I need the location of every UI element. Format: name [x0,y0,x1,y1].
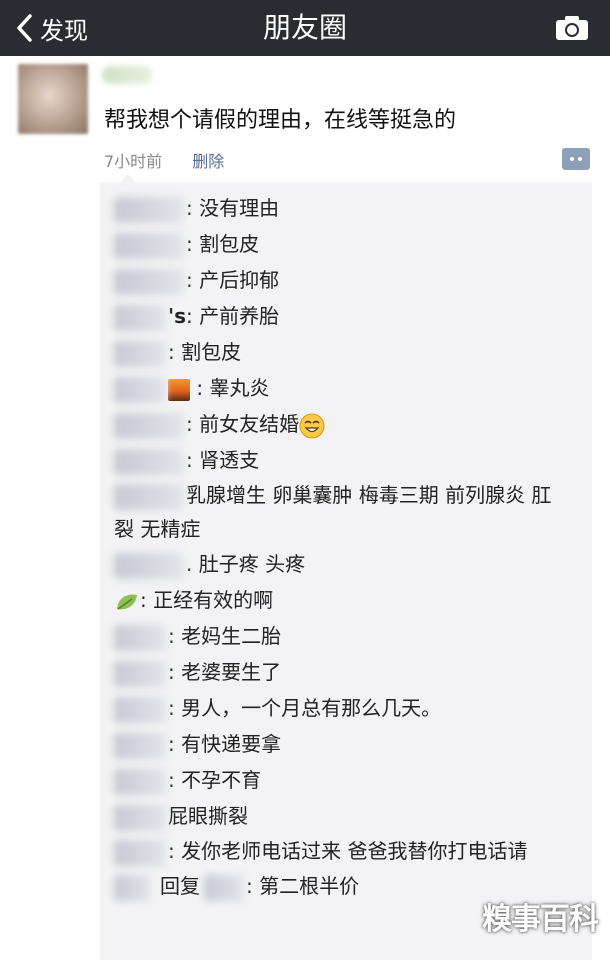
comment-item[interactable]: : 割包皮 [100,334,592,370]
comment-list: : 没有理由 : 割包皮 : 产后抑郁 's: 产前养胎 : 割包皮 : 睾丸炎… [100,174,592,960]
camera-button[interactable] [550,8,594,48]
commenter-name[interactable] [114,552,184,579]
comment-text: : 老妈生二胎 [168,624,282,648]
commenter-name[interactable] [114,376,166,403]
author-name-blurred[interactable] [102,66,152,84]
commenter-name[interactable] [114,340,166,367]
comment-text: : 睾丸炎 [196,376,270,400]
commenter-name[interactable] [114,232,184,259]
comment-item[interactable]: : 割包皮 [100,226,592,262]
commenter-name[interactable] [114,874,150,901]
comment-text: : 前女友结婚 [186,412,300,436]
comment-item[interactable]: : 正经有效的啊 [100,582,592,618]
avatar[interactable] [18,64,88,134]
commenter-name[interactable] [114,196,184,223]
comment-item[interactable]: : 有快递要拿 [100,726,592,762]
comment-text: : 男人，一个月总有那么几天。 [168,696,442,720]
commenter-name[interactable] [114,483,184,510]
comment-text: : 产后抑郁 [186,268,280,292]
post-text: 帮我想个请假的理由，在线等挺急的 [104,108,457,133]
commenter-name[interactable] [114,448,184,475]
comment-text: : 正经有效的啊 [140,588,274,612]
commenter-name[interactable] [114,696,166,723]
back-button[interactable]: 发现 [14,8,88,48]
comment-text: . 肚子疼 头疼 [186,552,306,576]
commenter-name[interactable] [114,839,166,866]
commenter-name[interactable] [114,804,166,831]
comment-text: 屁眼撕裂 [168,804,248,828]
commenter-name[interactable] [114,624,166,651]
commenter-name[interactable] [114,732,166,759]
watermark: 糗事百科 [482,902,599,937]
chevron-left-icon [17,14,32,42]
comment-text: : 割包皮 [186,232,260,256]
comment-item[interactable]: 乳腺增生 卵巢囊肿 梅毒三期 前列腺炎 肛裂 无精症 [100,478,592,546]
delete-link[interactable]: 删除 [192,148,224,172]
reply-target-name[interactable] [204,874,244,901]
back-label: 发现 [40,16,88,45]
comment-text: : 第二根半价 [246,874,360,898]
commenter-name[interactable] [114,412,184,439]
comment-item[interactable]: : 产后抑郁 [100,262,592,298]
comment-item[interactable]: : 不孕不育 [100,762,592,798]
comment-item[interactable]: 's: 产前养胎 [100,298,592,334]
commenter-name[interactable] [114,768,166,795]
comment-action-icon[interactable] [562,148,590,170]
comment-item[interactable]: 屁眼撕裂 [100,798,592,834]
comment-item[interactable]: : 没有理由 [100,190,592,226]
comment-text: : 产前养胎 [186,304,280,328]
comment-text: : 有快递要拿 [168,732,282,756]
comment-text: : 肾透支 [186,448,260,472]
comment-item[interactable]: : 老婆要生了 [100,654,592,690]
page-title: 朋友圈 [262,11,347,44]
sunset-emoji-icon [168,378,190,401]
comment-item[interactable]: : 睾丸炎 [100,370,592,406]
comment-item[interactable]: : 肾透支 [100,442,592,478]
commenter-name[interactable] [114,268,184,295]
comment-text: : 没有理由 [186,196,280,220]
comment-item[interactable]: : 老妈生二胎 [100,618,592,654]
comment-text: : 发你老师电话过来 爸爸我替你打电话请 [168,839,528,863]
comment-text: : 割包皮 [168,340,242,364]
comment-list-caret [120,174,136,182]
camera-icon [556,16,588,40]
smile-emoji-icon [299,413,325,438]
comment-item[interactable]: : 前女友结婚 [100,406,592,442]
comment-text: : 老婆要生了 [168,660,282,684]
commenter-name[interactable] [114,660,166,687]
comment-text: : 不孕不育 [168,768,262,792]
post-time: 7小时前 [104,152,163,171]
reply-word: 回复 [160,874,200,898]
commenter-name-tail: 's [168,304,187,328]
comment-item[interactable]: . 肚子疼 头疼 [100,546,592,582]
leaf-emoji-icon [117,594,137,610]
post-meta: 7小时前 删除 [104,148,224,172]
comment-item[interactable]: : 男人，一个月总有那么几天。 [100,690,592,726]
moment-post: 帮我想个请假的理由，在线等挺急的 7小时前 删除 : 没有理由 : 割包皮 : … [0,56,610,960]
commenter-name[interactable] [114,304,166,331]
navbar: 发现 朋友圈 [0,0,610,56]
comment-item[interactable]: : 发你老师电话过来 爸爸我替你打电话请 [100,834,592,868]
